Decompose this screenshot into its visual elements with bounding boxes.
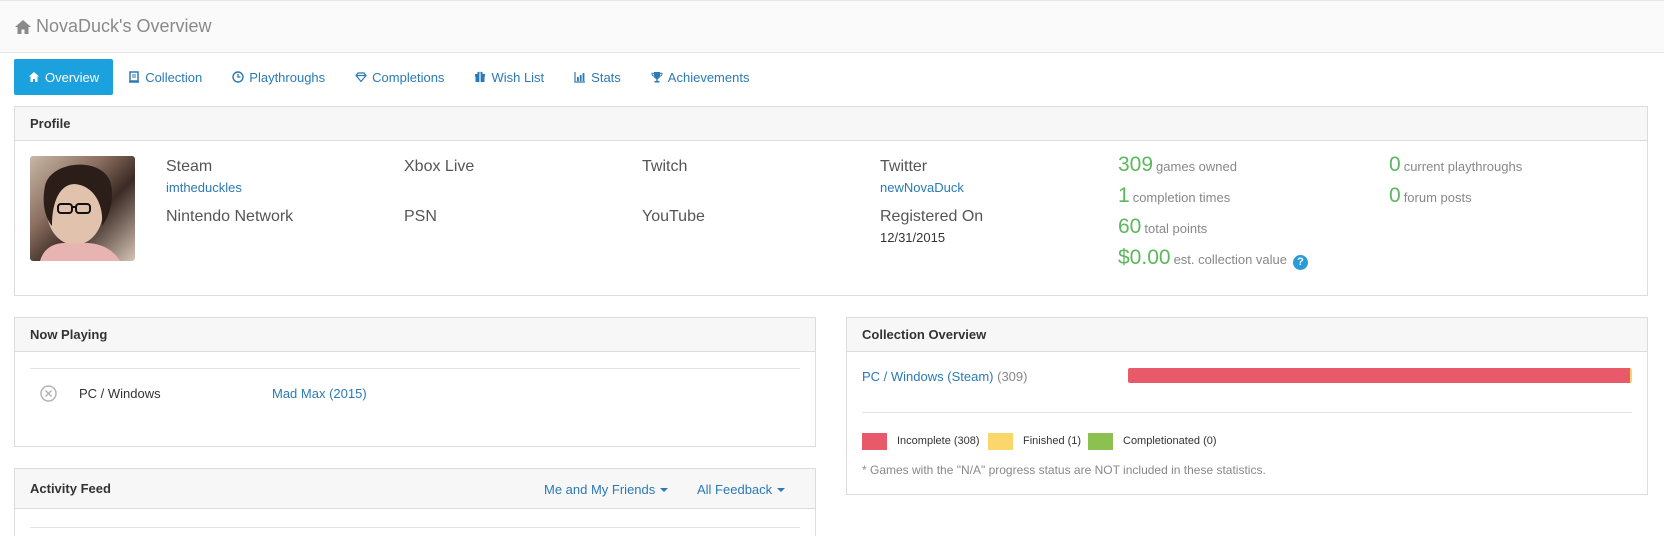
legend-swatch-finished bbox=[988, 433, 1013, 450]
panel-heading: Collection Overview bbox=[847, 318, 1647, 352]
tab-label: Completions bbox=[372, 69, 445, 85]
tab-completions[interactable]: Completions bbox=[340, 59, 459, 95]
steam-label: Steam bbox=[166, 158, 213, 175]
stat-label: est. collection value bbox=[1173, 252, 1288, 267]
filter-type-dropdown[interactable]: All Feedback bbox=[697, 482, 786, 497]
stat-label: forum posts bbox=[1403, 190, 1472, 205]
activity-feed-title: Activity Feed bbox=[30, 481, 111, 496]
tab-achievements[interactable]: Achievements bbox=[636, 59, 765, 95]
trophy-icon bbox=[651, 72, 663, 83]
stat-forum-posts: 0 forum posts bbox=[1389, 184, 1472, 208]
stat-value: 1 bbox=[1118, 184, 1130, 207]
divider bbox=[30, 368, 800, 369]
help-icon[interactable]: ? bbox=[1293, 255, 1309, 270]
platform-row: PC / Windows (Steam) (309) bbox=[862, 369, 1027, 384]
xbox-label: Xbox Live bbox=[404, 158, 475, 175]
collection-progress-bar bbox=[1128, 368, 1632, 383]
clock-icon bbox=[232, 71, 244, 83]
avatar-image bbox=[40, 164, 120, 261]
profile-tabs: Overview Collection Playthroughs Complet… bbox=[14, 59, 764, 95]
stat-value: $0.00 bbox=[1118, 246, 1171, 269]
tab-label: Playthroughs bbox=[249, 69, 326, 85]
stat-label: completion times bbox=[1132, 190, 1231, 205]
tab-wish-list[interactable]: Wish List bbox=[459, 59, 559, 95]
panel-heading: Activity Feed Me and My Friends All Feed… bbox=[15, 469, 815, 509]
tab-label: Overview bbox=[45, 69, 100, 85]
chart-icon bbox=[574, 72, 586, 83]
remove-icon[interactable] bbox=[40, 385, 57, 402]
stat-label: games owned bbox=[1156, 159, 1237, 174]
twitch-label: Twitch bbox=[642, 158, 688, 175]
tab-collection[interactable]: Collection bbox=[113, 59, 217, 95]
legend-completionated: Completionated (0) bbox=[1123, 435, 1217, 447]
stat-label: current playthroughs bbox=[1403, 159, 1523, 174]
registered-label: Registered On bbox=[880, 208, 984, 225]
dropdown-label: All Feedback bbox=[697, 482, 773, 497]
diamond-icon bbox=[355, 72, 367, 83]
twitter-label: Twitter bbox=[880, 158, 928, 175]
stat-collection-value: $0.00 est. collection value ? bbox=[1118, 246, 1309, 270]
home-icon bbox=[15, 19, 31, 34]
tab-label: Stats bbox=[591, 69, 621, 85]
tab-label: Achievements bbox=[667, 69, 750, 85]
stat-games-owned: 309 games owned bbox=[1118, 153, 1237, 177]
chevron-down-icon bbox=[660, 487, 669, 492]
filter-who-dropdown[interactable]: Me and My Friends bbox=[544, 482, 669, 497]
stat-value: 60 bbox=[1118, 215, 1142, 238]
nintendo-label: Nintendo Network bbox=[166, 208, 294, 225]
now-playing-row: PC / Windows Mad Max (2015) bbox=[30, 380, 800, 408]
stat-value: 309 bbox=[1118, 153, 1154, 176]
legend-swatch-incomplete bbox=[862, 433, 887, 450]
platform-name: PC / Windows bbox=[79, 386, 161, 401]
collection-overview-panel: Collection Overview PC / Windows (Steam)… bbox=[846, 317, 1648, 495]
progress-incomplete bbox=[1128, 368, 1631, 383]
dropdown-label: Me and My Friends bbox=[544, 482, 656, 497]
stat-value: 0 bbox=[1389, 184, 1401, 207]
stat-completion-times: 1 completion times bbox=[1118, 184, 1230, 208]
game-link[interactable]: Mad Max (2015) bbox=[272, 386, 367, 401]
platform-count: (309) bbox=[997, 369, 1028, 384]
collection-icon bbox=[129, 71, 140, 83]
profile-panel: Profile Steam imtheduckles Xbox Live Twi… bbox=[14, 106, 1648, 296]
tab-label: Wish List bbox=[491, 69, 545, 85]
panel-heading: Now Playing bbox=[15, 318, 815, 352]
progress-finished bbox=[1630, 368, 1632, 383]
page-title: NovaDuck's Overview bbox=[36, 16, 212, 36]
home-icon bbox=[29, 72, 39, 82]
stat-total-points: 60 total points bbox=[1118, 215, 1207, 239]
activity-feed-panel: Activity Feed Me and My Friends All Feed… bbox=[14, 468, 816, 536]
divider bbox=[862, 412, 1632, 413]
tab-overview[interactable]: Overview bbox=[14, 59, 114, 95]
gift-icon bbox=[475, 71, 486, 82]
page-header: NovaDuck's Overview bbox=[0, 0, 1664, 53]
psn-label: PSN bbox=[404, 208, 437, 225]
platform-link[interactable]: PC / Windows (Steam) bbox=[862, 369, 993, 384]
tab-label: Collection bbox=[145, 69, 203, 85]
tab-stats[interactable]: Stats bbox=[559, 59, 636, 95]
legend-incomplete: Incomplete (308) bbox=[897, 435, 980, 447]
twitter-link[interactable]: newNovaDuck bbox=[880, 180, 964, 195]
now-playing-panel: Now Playing PC / Windows Mad Max (2015) bbox=[14, 317, 816, 447]
legend-swatch-completionated bbox=[1088, 433, 1113, 450]
youtube-label: YouTube bbox=[642, 208, 705, 225]
stat-value: 0 bbox=[1389, 153, 1401, 176]
legend-finished: Finished (1) bbox=[1023, 435, 1082, 447]
collection-note: * Games with the "N/A" progress status a… bbox=[862, 463, 1266, 477]
stat-current-playthroughs: 0 current playthroughs bbox=[1389, 153, 1522, 177]
avatar bbox=[30, 156, 135, 261]
steam-link[interactable]: imtheduckles bbox=[166, 180, 242, 195]
divider bbox=[30, 527, 800, 528]
panel-heading: Profile bbox=[15, 107, 1647, 141]
chevron-down-icon bbox=[777, 487, 786, 492]
stat-label: total points bbox=[1144, 221, 1208, 236]
page-title-wrap: NovaDuck's Overview bbox=[14, 16, 211, 37]
tab-playthroughs[interactable]: Playthroughs bbox=[217, 59, 340, 95]
registered-date: 12/31/2015 bbox=[880, 230, 946, 245]
